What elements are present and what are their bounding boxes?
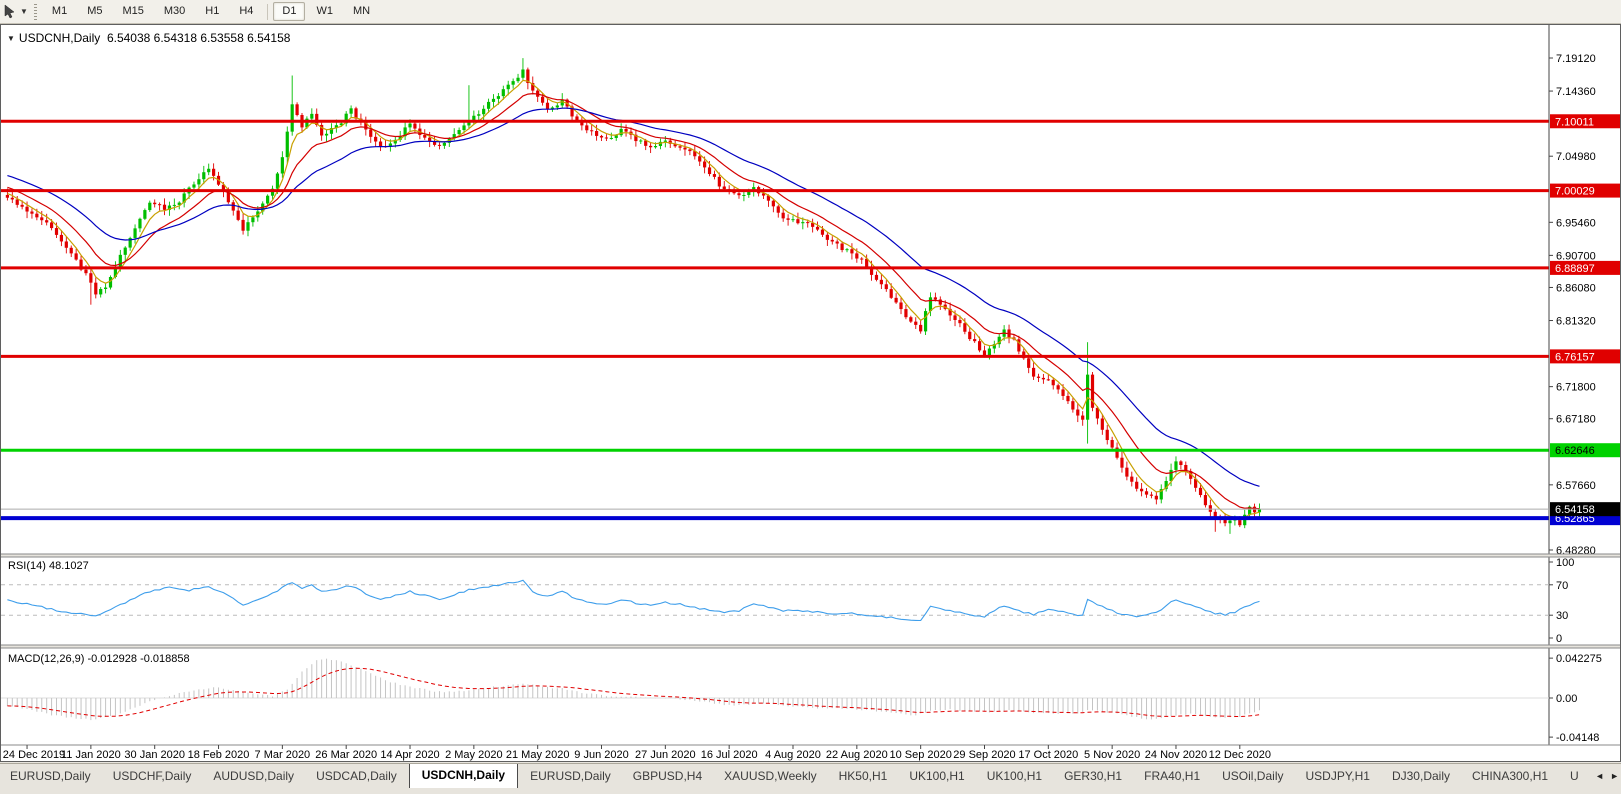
ma-slow-line bbox=[7, 107, 1260, 487]
price-axis-tick: 6.67180 bbox=[1556, 414, 1596, 426]
macd-indicator-label: MACD(12,26,9) -0.012928 -0.018858 bbox=[8, 653, 190, 665]
ma-mid-line bbox=[7, 92, 1260, 510]
toolbar-dropdown-caret-icon[interactable]: ▼ bbox=[20, 7, 28, 16]
timeframe-button-m1[interactable]: M1 bbox=[43, 2, 76, 21]
price-axis-tick: 6.81320 bbox=[1556, 316, 1596, 328]
date-axis-label: 5 Nov 2020 bbox=[1084, 749, 1140, 761]
macd-axis-tick: 0.042275 bbox=[1556, 653, 1602, 665]
date-axis-label: 29 Sep 2020 bbox=[953, 749, 1015, 761]
chart-tab-audusd-daily[interactable]: AUDUSD,Daily bbox=[203, 765, 304, 788]
date-axis-label: 21 May 2020 bbox=[506, 749, 570, 761]
ma-fast-line bbox=[7, 79, 1260, 521]
date-axis-label: 9 Jun 2020 bbox=[574, 749, 628, 761]
timeframe-button-m30[interactable]: M30 bbox=[155, 2, 194, 21]
date-axis-label: 30 Jan 2020 bbox=[124, 749, 185, 761]
date-axis-label: 18 Feb 2020 bbox=[188, 749, 250, 761]
chart-tab-u[interactable]: U bbox=[1560, 765, 1589, 788]
chart-tab-eurusd-daily[interactable]: EURUSD,Daily bbox=[0, 765, 101, 788]
timeframe-button-d1[interactable]: D1 bbox=[273, 2, 306, 21]
date-axis-label: 4 Aug 2020 bbox=[765, 749, 821, 761]
tab-scroll-right-icon[interactable]: ► bbox=[1610, 771, 1619, 781]
chart-tab-usdcnh-daily[interactable]: USDCNH,Daily bbox=[408, 764, 519, 788]
price-axis-tick: 6.95460 bbox=[1556, 217, 1596, 229]
macd-axis-tick: 0.00 bbox=[1556, 693, 1577, 705]
date-axis-label: 10 Sep 2020 bbox=[889, 749, 951, 761]
date-axis-label: 24 Nov 2020 bbox=[1145, 749, 1207, 761]
chart-tab-uk100-h1[interactable]: UK100,H1 bbox=[977, 765, 1052, 788]
price-level-label: 7.10011 bbox=[1555, 116, 1594, 128]
date-axis-label: 2 May 2020 bbox=[445, 749, 502, 761]
toolbar-grip-handle[interactable] bbox=[33, 3, 37, 20]
rsi-indicator-label: RSI(14) 48.1027 bbox=[8, 560, 89, 572]
price-axis-tick: 6.71800 bbox=[1556, 382, 1596, 394]
date-axis-label: 22 Aug 2020 bbox=[826, 749, 888, 761]
date-axis-label: 17 Oct 2020 bbox=[1018, 749, 1078, 761]
chart-tab-xauusd-weekly[interactable]: XAUUSD,Weekly bbox=[714, 765, 826, 788]
date-axis-label: 16 Jul 2020 bbox=[701, 749, 758, 761]
price-level-label: 6.88897 bbox=[1555, 263, 1595, 275]
rsi-axis-tick: 30 bbox=[1556, 610, 1568, 622]
date-axis-label: 7 Mar 2020 bbox=[255, 749, 311, 761]
chart-tab-usdcad-daily[interactable]: USDCAD,Daily bbox=[306, 765, 407, 788]
current-price-label: 6.54158 bbox=[1555, 504, 1595, 516]
price-level-label: 7.00029 bbox=[1555, 186, 1595, 198]
price-level-label: 6.76157 bbox=[1555, 351, 1595, 363]
timeframe-button-w1[interactable]: W1 bbox=[307, 2, 342, 21]
macd-axis-tick: -0.04148 bbox=[1556, 732, 1599, 744]
toolbar-separator bbox=[267, 3, 269, 20]
tab-scroll-arrows: ◄ ► bbox=[1595, 763, 1619, 788]
date-axis-label: 26 Mar 2020 bbox=[315, 749, 377, 761]
chart-tab-gbpusd-h4[interactable]: GBPUSD,H4 bbox=[623, 765, 712, 788]
timeframe-button-m5[interactable]: M5 bbox=[78, 2, 111, 21]
date-axis-label: 14 Apr 2020 bbox=[380, 749, 439, 761]
timeframe-button-h4[interactable]: H4 bbox=[230, 2, 262, 21]
chart-symbol-title: USDCNH,Daily bbox=[18, 31, 101, 45]
chart-tab-fra40-h1[interactable]: FRA40,H1 bbox=[1134, 765, 1210, 788]
date-axis-label: 24 Dec 2019 bbox=[3, 749, 65, 761]
rsi-axis-tick: 70 bbox=[1556, 580, 1568, 592]
chart-tab-eurusd-daily[interactable]: EURUSD,Daily bbox=[520, 765, 621, 788]
rsi-panel: 100 70 30 0 bbox=[1, 557, 1574, 645]
price-axis-tick: 6.90700 bbox=[1556, 250, 1596, 262]
collapse-caret-icon[interactable]: ▼ bbox=[7, 34, 15, 43]
chart-ohlc-values: 6.54038 6.54318 6.53558 6.54158 bbox=[106, 31, 291, 45]
macd-panel: 0.042275 0.00 -0.04148 bbox=[1, 653, 1602, 744]
price-level-label: 6.62646 bbox=[1555, 445, 1595, 457]
tab-scroll-left-icon[interactable]: ◄ bbox=[1595, 771, 1604, 781]
chart-tab-usoil-daily[interactable]: USOil,Daily bbox=[1212, 765, 1293, 788]
date-axis-label: 11 Jan 2020 bbox=[61, 749, 121, 761]
price-axis-tick: 6.57660 bbox=[1556, 480, 1596, 492]
timeframe-button-m15[interactable]: M15 bbox=[113, 2, 152, 21]
status-strip bbox=[0, 788, 1621, 794]
price-axis-tick: 7.19120 bbox=[1556, 53, 1596, 65]
timeframe-button-h1[interactable]: H1 bbox=[196, 2, 228, 21]
chart-tab-dj30-daily[interactable]: DJ30,Daily bbox=[1382, 765, 1460, 788]
cursor-tool-icon[interactable] bbox=[3, 4, 18, 19]
date-axis-label: 27 Jun 2020 bbox=[635, 749, 696, 761]
timeframe-button-mn[interactable]: MN bbox=[344, 2, 379, 21]
rsi-line bbox=[7, 579, 1260, 622]
chart-tab-bar: EURUSD,Daily USDCHF,Daily AUDUSD,Daily USDC… bbox=[0, 763, 1621, 788]
macd-signal-line bbox=[7, 667, 1260, 717]
price-axis-tick: 7.14360 bbox=[1556, 86, 1596, 98]
chart-tab-hk50-h1[interactable]: HK50,H1 bbox=[829, 765, 898, 788]
chart-tab-ger30-h1[interactable]: GER30,H1 bbox=[1054, 765, 1132, 788]
time-axis[interactable]: 24 Dec 201911 Jan 2020 30 Jan 2020 18 Feb … bbox=[3, 745, 1271, 761]
chart-tab-usdchf-daily[interactable]: USDCHF,Daily bbox=[103, 765, 202, 788]
date-axis-label: 12 Dec 2020 bbox=[1209, 749, 1271, 761]
timeframe-toolbar: ▼ M1 M5 M15 M30 H1 H4 D1 W1 MN bbox=[0, 0, 1621, 24]
chart-tab-uk100-h1[interactable]: UK100,H1 bbox=[899, 765, 974, 788]
rsi-axis-tick: 100 bbox=[1556, 557, 1574, 569]
chart-title-row: ▼ USDCNH,Daily 6.54038 6.54318 6.53558 6.… bbox=[7, 31, 290, 45]
price-axis-tick: 6.86080 bbox=[1556, 282, 1596, 294]
chart-window: 7.19120 7.14360 7.04980 6.95460 6.90700 6.860… bbox=[0, 24, 1621, 762]
rsi-axis-tick: 0 bbox=[1556, 633, 1562, 645]
chart-tab-china300-h1[interactable]: CHINA300,H1 bbox=[1462, 765, 1558, 788]
level-lines bbox=[1, 119, 1549, 521]
chart-canvas: 7.19120 7.14360 7.04980 6.95460 6.90700 6.860… bbox=[1, 25, 1620, 761]
chart-tab-usdjpy-h1[interactable]: USDJPY,H1 bbox=[1295, 765, 1379, 788]
price-axis-tick: 7.04980 bbox=[1556, 151, 1596, 163]
